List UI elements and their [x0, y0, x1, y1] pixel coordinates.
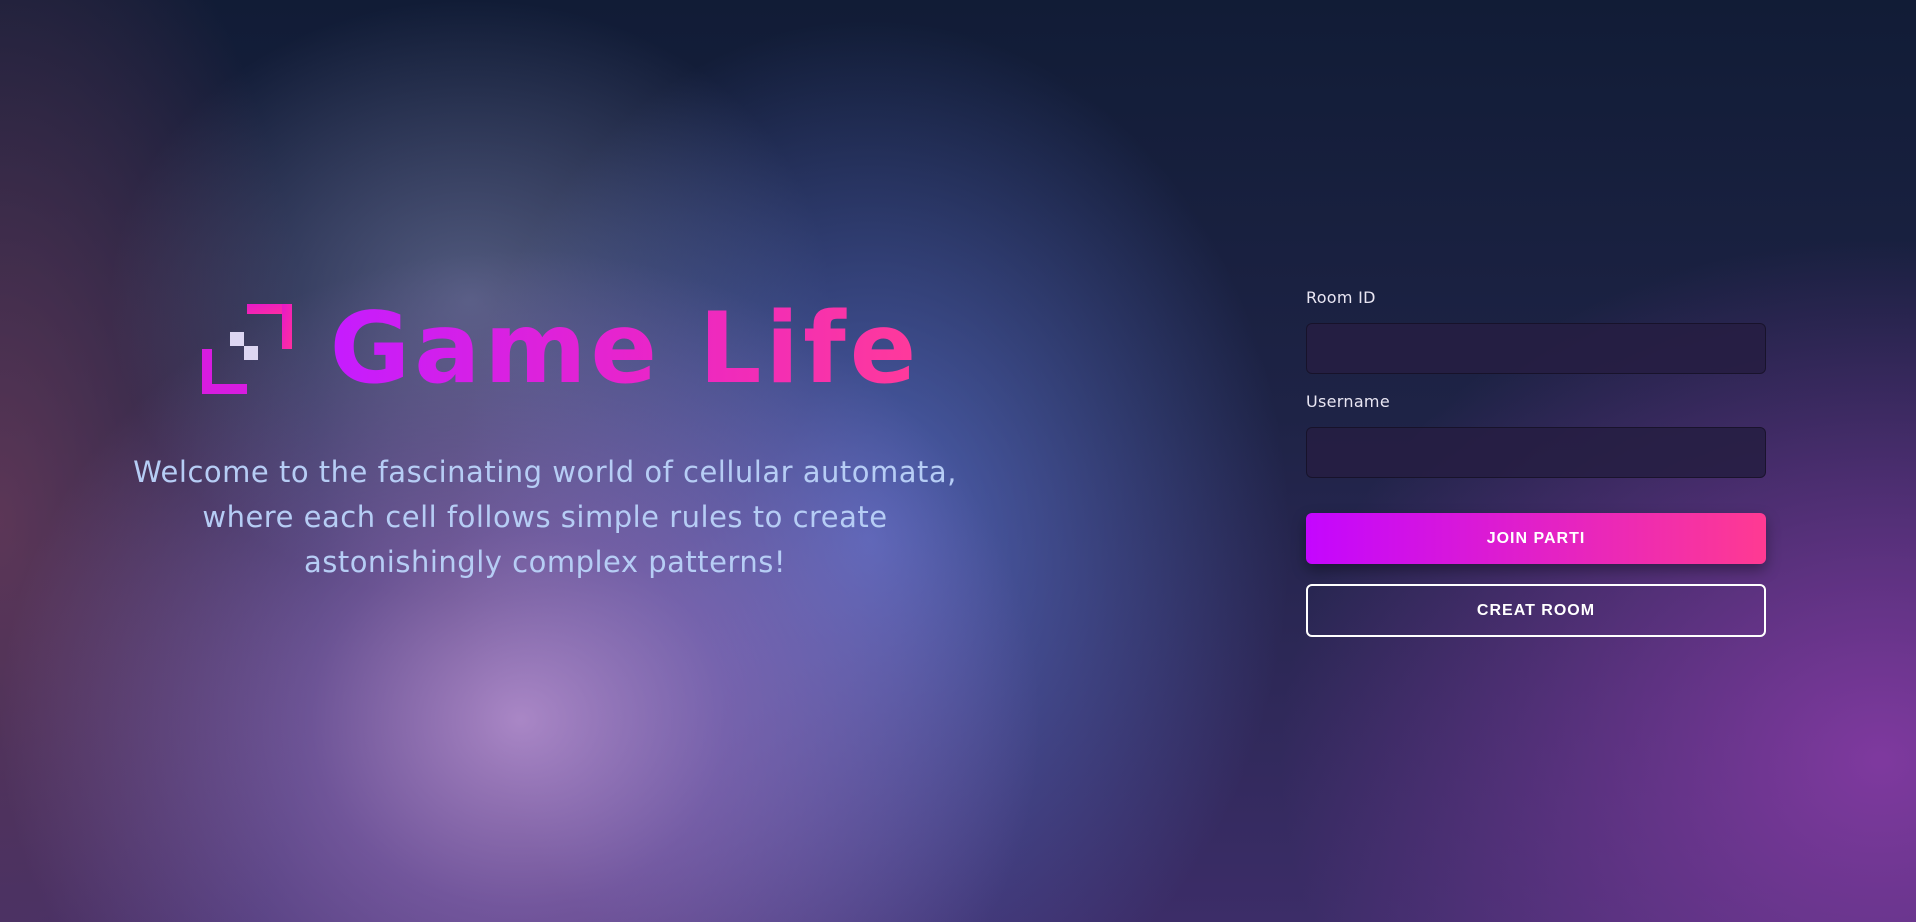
welcome-text: Welcome to the fascinating world of cell… — [133, 455, 957, 579]
pixel-glider-icon — [201, 304, 292, 394]
create-room-button[interactable]: CREAT ROOM — [1306, 584, 1766, 637]
room-id-label: Room ID — [1306, 288, 1376, 307]
hero-section: Game Life Welcome to the fascinating wor… — [133, 300, 1000, 585]
username-input[interactable] — [1306, 427, 1766, 478]
title-row: Game Life — [122, 300, 1000, 398]
username-label: Username — [1306, 392, 1390, 411]
app-title: Game Life — [329, 292, 921, 406]
room-id-input[interactable] — [1306, 323, 1766, 374]
join-room-form: Room ID Username JOIN PARTI CREAT ROOM — [1306, 288, 1766, 637]
join-party-button[interactable]: JOIN PARTI — [1306, 513, 1766, 564]
